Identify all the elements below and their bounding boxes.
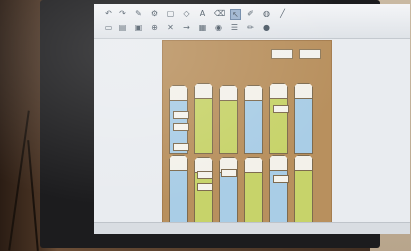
- eraser-icon[interactable]: ⌫: [214, 9, 225, 18]
- column-body[interactable]: [294, 99, 313, 154]
- pen-icon[interactable]: ✎: [134, 9, 143, 18]
- column-header[interactable]: [269, 155, 288, 171]
- column-body[interactable]: [244, 101, 263, 154]
- marker-icon[interactable]: ✏: [246, 23, 255, 32]
- new-page-icon[interactable]: ▭: [104, 23, 113, 32]
- toolbar: ↶ ↷ ✎ ⚙ ▢ ◇ A ⌫ ↖ ✐ ◍ ╱ ▭ ▤ ▣ ⊕ ✕ → ▦ ◉: [94, 4, 410, 39]
- save-icon[interactable]: ▣: [134, 23, 143, 32]
- column-header[interactable]: [169, 155, 188, 171]
- column: [294, 83, 313, 154]
- column-header[interactable]: [194, 83, 213, 99]
- column-body[interactable]: [219, 173, 238, 224]
- column-header[interactable]: [244, 157, 263, 173]
- column-body[interactable]: [244, 173, 263, 224]
- column-header[interactable]: [219, 85, 238, 101]
- column: [169, 155, 188, 224]
- column: [244, 157, 263, 224]
- cable: [27, 140, 39, 251]
- column: [194, 83, 213, 154]
- column-header[interactable]: [269, 83, 288, 99]
- arrow-icon[interactable]: →: [182, 23, 191, 32]
- column-body[interactable]: [294, 171, 313, 224]
- column-body[interactable]: [194, 99, 213, 154]
- label-card[interactable]: [197, 171, 213, 179]
- column: [269, 155, 288, 224]
- column-body[interactable]: [194, 173, 213, 224]
- delete-icon[interactable]: ✕: [166, 23, 175, 32]
- undo-icon[interactable]: ↶: [104, 9, 113, 18]
- color-icon[interactable]: ●: [262, 23, 271, 32]
- label-card[interactable]: [273, 175, 289, 183]
- label-card[interactable]: [173, 123, 189, 131]
- gear-icon[interactable]: ⚙: [150, 9, 159, 18]
- column: [244, 85, 263, 154]
- column: [294, 155, 313, 224]
- column: [219, 85, 238, 154]
- status-bar: [94, 222, 410, 234]
- label-card[interactable]: [173, 143, 189, 151]
- whiteboard-page[interactable]: [162, 40, 332, 230]
- column: [269, 83, 288, 154]
- select-icon[interactable]: ▢: [166, 9, 175, 18]
- menu-icon[interactable]: ☰: [230, 23, 239, 32]
- screen: ↶ ↷ ✎ ⚙ ▢ ◇ A ⌫ ↖ ✐ ◍ ╱ ▭ ▤ ▣ ⊕ ✕ → ▦ ◉: [94, 4, 410, 234]
- board-button[interactable]: [271, 49, 293, 59]
- board-button[interactable]: [299, 49, 321, 59]
- column: [219, 157, 238, 224]
- camera-icon[interactable]: ◉: [214, 23, 223, 32]
- label-card[interactable]: [173, 111, 189, 119]
- line-icon[interactable]: ╱: [278, 9, 287, 18]
- label-card[interactable]: [273, 105, 289, 113]
- cable: [8, 110, 30, 251]
- column-body[interactable]: [219, 101, 238, 154]
- column-body[interactable]: [169, 171, 188, 224]
- column-header[interactable]: [294, 155, 313, 171]
- monitor-bezel: ↶ ↷ ✎ ⚙ ▢ ◇ A ⌫ ↖ ✐ ◍ ╱ ▭ ▤ ▣ ⊕ ✕ → ▦ ◉: [40, 0, 410, 248]
- column-header[interactable]: [294, 83, 313, 99]
- grid-icon[interactable]: ▦: [198, 23, 207, 32]
- label-card[interactable]: [221, 169, 237, 177]
- open-icon[interactable]: ▤: [118, 23, 127, 32]
- label-card[interactable]: [197, 183, 213, 191]
- column-header[interactable]: [169, 85, 188, 101]
- shape-icon[interactable]: ◇: [182, 9, 191, 18]
- text-icon[interactable]: A: [198, 9, 207, 18]
- redo-icon[interactable]: ↷: [118, 9, 127, 18]
- zoom-icon[interactable]: ⊕: [150, 23, 159, 32]
- brush-icon[interactable]: ✐: [246, 9, 255, 18]
- pointer-icon[interactable]: ↖: [230, 9, 241, 20]
- photo-scene: ↶ ↷ ✎ ⚙ ▢ ◇ A ⌫ ↖ ✐ ◍ ╱ ▭ ▤ ▣ ⊕ ✕ → ▦ ◉: [0, 0, 411, 251]
- fill-icon[interactable]: ◍: [262, 9, 271, 18]
- column-header[interactable]: [244, 85, 263, 101]
